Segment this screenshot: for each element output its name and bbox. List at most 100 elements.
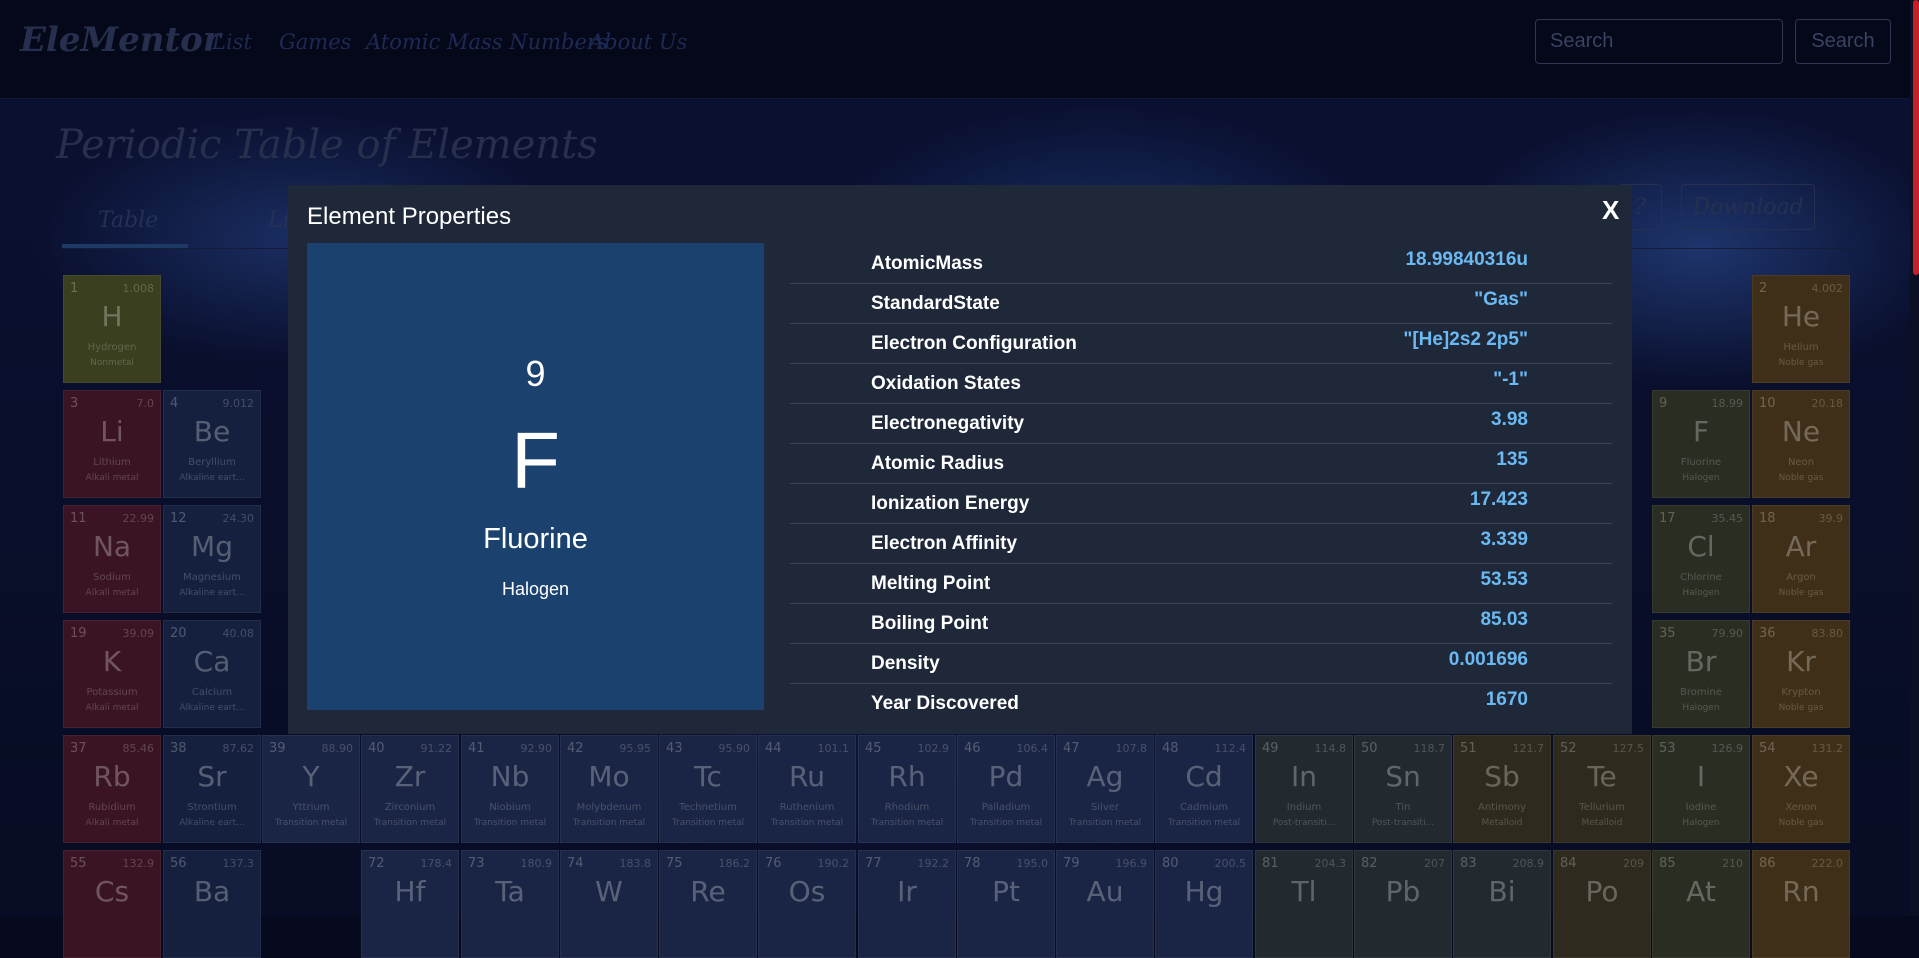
scrollbar-thumb[interactable]	[1913, 0, 1919, 275]
element-tile[interactable]: 53 126.9 I Iodine Halogen	[1652, 735, 1750, 843]
element-tile[interactable]: 51 121.7 Sb Antimony Metalloid	[1453, 735, 1551, 843]
element-tile-category: Noble gas	[1778, 818, 1824, 828]
element-tile-category: Transition metal	[1068, 818, 1142, 828]
element-tile[interactable]: 48 112.4 Cd Cadmium Transition metal	[1155, 735, 1253, 843]
search-button[interactable]: Search	[1795, 19, 1891, 64]
element-tile[interactable]: 37 85.46 Rb Rubidium Alkali metal	[63, 735, 161, 843]
element-tile-category: Transition metal	[373, 818, 447, 828]
element-tile[interactable]: 43 95.90 Tc Technetium Transition metal	[659, 735, 757, 843]
element-tile-symbol: Cs	[94, 875, 130, 908]
nav-link-about-us[interactable]: About Us	[589, 30, 687, 54]
element-tile-mass: 85.46	[122, 742, 155, 755]
scrollbar[interactable]	[1910, 0, 1919, 916]
element-tile[interactable]: 3 7.0 Li Lithium Alkali metal	[63, 390, 161, 498]
element-tile[interactable]: 1 1.008 H Hydrogen Nonmetal	[63, 275, 161, 383]
element-tile[interactable]: 56 137.3 Ba	[163, 850, 261, 958]
property-row: Year Discovered 1670	[790, 683, 1612, 723]
element-tile-category: Noble gas	[1778, 588, 1824, 598]
element-tile-number: 4	[170, 396, 179, 411]
element-tile[interactable]: 46 106.4 Pd Palladium Transition metal	[957, 735, 1055, 843]
element-tile-symbol: Zr	[394, 760, 426, 793]
element-tile[interactable]: 75 186.2 Re	[659, 850, 757, 958]
element-tile[interactable]: 76 190.2 Os	[758, 850, 856, 958]
element-tile[interactable]: 85 210 At	[1652, 850, 1750, 958]
element-tile[interactable]: 38 87.62 Sr Strontium Alkaline eart...	[163, 735, 261, 843]
element-tile[interactable]: 19 39.09 K Potassium Alkali metal	[63, 620, 161, 728]
element-tile[interactable]: 44 101.1 Ru Ruthenium Transition metal	[758, 735, 856, 843]
property-row: Ionization Energy 17.423	[790, 483, 1612, 524]
element-tile-mass: 40.08	[222, 627, 255, 640]
element-tile[interactable]: 10 20.18 Ne Neon Noble gas	[1752, 390, 1850, 498]
element-tile-category: Transition metal	[572, 818, 646, 828]
element-tile[interactable]: 78 195.0 Pt	[957, 850, 1055, 958]
element-tile[interactable]: 40 91.22 Zr Zirconium Transition metal	[361, 735, 459, 843]
element-tile-number: 54	[1759, 741, 1776, 756]
element-tile[interactable]: 82 207 Pb	[1354, 850, 1452, 958]
brand-logo[interactable]: EleMentor	[20, 20, 221, 60]
tab-list[interactable]: Li	[268, 208, 290, 233]
element-tile-number: 84	[1560, 856, 1577, 871]
property-value: 1670	[1485, 689, 1528, 710]
element-tile[interactable]: 17 35.45 Cl Chlorine Halogen	[1652, 505, 1750, 613]
element-tile[interactable]: 52 127.5 Te Tellurium Metalloid	[1553, 735, 1651, 843]
close-button[interactable]: X	[1602, 195, 1619, 226]
property-label: Atomic Radius	[871, 453, 1005, 474]
element-tile-symbol: Hf	[394, 875, 426, 908]
element-tile[interactable]: 2 4.002 He Helium Noble gas	[1752, 275, 1850, 383]
element-tile-symbol: Pb	[1385, 875, 1421, 908]
element-tile[interactable]: 49 114.8 In Indium Post-transiti...	[1255, 735, 1353, 843]
element-tile-category: Post-transiti...	[1371, 818, 1435, 828]
element-tile[interactable]: 83 208.9 Bi	[1453, 850, 1551, 958]
element-tile[interactable]: 47 107.8 Ag Silver Transition metal	[1056, 735, 1154, 843]
element-tile-mass: 87.62	[222, 742, 255, 755]
element-tile-name: Xenon	[1785, 802, 1817, 813]
element-tile[interactable]: 55 132.9 Cs	[63, 850, 161, 958]
element-tile[interactable]: 50 118.7 Sn Tin Post-transiti...	[1354, 735, 1452, 843]
element-tile[interactable]: 74 183.8 W	[560, 850, 658, 958]
element-tile-category: Alkaline eart...	[179, 473, 245, 483]
property-label: Melting Point	[871, 573, 991, 594]
element-tile[interactable]: 41 92.90 Nb Niobium Transition metal	[461, 735, 559, 843]
element-tile-category: Noble gas	[1778, 473, 1824, 483]
element-tile[interactable]: 12 24.30 Mg Magnesium Alkaline eart...	[163, 505, 261, 613]
element-tile[interactable]: 39 88.90 Y Yttrium Transition metal	[262, 735, 360, 843]
element-tile[interactable]: 77 192.2 Ir	[858, 850, 956, 958]
element-tile[interactable]: 35 79.90 Br Bromine Halogen	[1652, 620, 1750, 728]
element-tile[interactable]: 42 95.95 Mo Molybdenum Transition metal	[560, 735, 658, 843]
navbar: EleMentor List Games Atomic Mass Numbers…	[0, 0, 1919, 99]
element-tile[interactable]: 84 209 Po	[1553, 850, 1651, 958]
element-tile[interactable]: 72 178.4 Hf	[361, 850, 459, 958]
element-tile[interactable]: 11 22.99 Na Sodium Alkali metal	[63, 505, 161, 613]
element-tile-symbol: F	[1692, 415, 1710, 448]
element-tile[interactable]: 79 196.9 Au	[1056, 850, 1154, 958]
element-tile-name: Strontium	[187, 802, 237, 813]
element-tile[interactable]: 80 200.5 Hg	[1155, 850, 1253, 958]
element-tile[interactable]: 36 83.80 Kr Krypton Noble gas	[1752, 620, 1850, 728]
search-input[interactable]	[1535, 19, 1783, 64]
element-tile-symbol: Ca	[193, 645, 231, 678]
element-tile[interactable]: 81 204.3 Tl	[1255, 850, 1353, 958]
nav-link-atomic-mass-numbers[interactable]: Atomic Mass Numbers	[366, 30, 608, 54]
element-tile[interactable]: 9 18.99 F Fluorine Halogen	[1652, 390, 1750, 498]
download-button[interactable]: Download	[1681, 184, 1815, 230]
element-tile-category: Transition metal	[473, 818, 547, 828]
property-value: "Gas"	[1474, 289, 1528, 310]
element-tile-number: 1	[70, 281, 79, 296]
element-tile-name: Ruthenium	[779, 802, 835, 813]
element-tile-mass: 137.3	[222, 857, 255, 870]
element-tile[interactable]: 73 180.9 Ta	[461, 850, 559, 958]
element-tile[interactable]: 45 102.9 Rh Rhodium Transition metal	[858, 735, 956, 843]
element-tile[interactable]: 54 131.2 Xe Xenon Noble gas	[1752, 735, 1850, 843]
element-tile[interactable]: 86 222.0 Rn	[1752, 850, 1850, 958]
element-tile-name: Molybdenum	[576, 802, 642, 813]
element-tile-number: 75	[666, 856, 683, 871]
tab-table[interactable]: Table	[98, 208, 158, 233]
element-tile-symbol: H	[101, 300, 123, 333]
element-tile[interactable]: 4 9.012 Be Beryllium Alkaline eart...	[163, 390, 261, 498]
nav-link-list[interactable]: List	[212, 30, 252, 54]
nav-link-games[interactable]: Games	[279, 30, 351, 54]
element-tile[interactable]: 18 39.9 Ar Argon Noble gas	[1752, 505, 1850, 613]
property-row: Electron Configuration "[He]2s2 2p5"	[790, 323, 1612, 364]
element-tile[interactable]: 20 40.08 Ca Calcium Alkaline eart...	[163, 620, 261, 728]
element-tile-mass: 18.99	[1711, 397, 1744, 410]
